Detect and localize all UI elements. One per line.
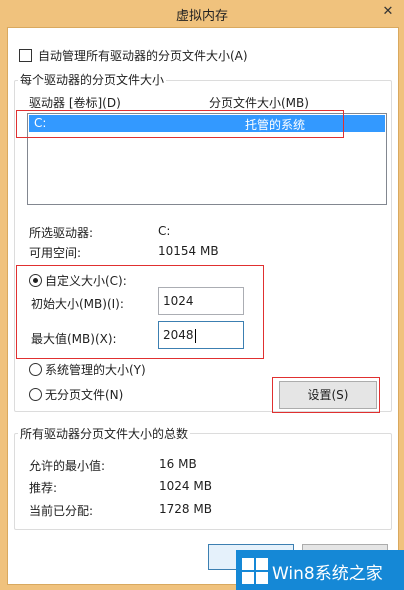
highlight-box-drive-row: [16, 110, 344, 138]
free-space-value: 10154 MB: [158, 244, 219, 258]
close-icon[interactable]: ✕: [379, 4, 397, 20]
no-paging-file-label[interactable]: 无分页文件(N): [45, 386, 123, 403]
drive-column-header: 驱动器 [卷标](D): [29, 96, 121, 110]
watermark-text: Win8系统之家: [272, 564, 383, 584]
watermark-badge: Win8系统之家: [236, 550, 404, 590]
current-allocated-label: 当前已分配:: [29, 504, 94, 518]
size-column-header: 分页文件大小(MB): [209, 96, 309, 110]
auto-manage-label[interactable]: 自动管理所有驱动器的分页文件大小(A): [38, 47, 248, 64]
no-paging-file-radio[interactable]: [29, 388, 42, 401]
selected-drive-label: 所选驱动器:: [29, 226, 94, 240]
title-bar: 虚拟内存 ✕: [0, 0, 404, 27]
highlight-box-custom-size: [16, 265, 264, 359]
per-drive-group-title: 每个驱动器的分页文件大小: [18, 71, 167, 88]
min-allowed-value: 16 MB: [159, 457, 197, 471]
highlight-box-set-button: [272, 377, 380, 413]
window-title: 虚拟内存: [175, 9, 228, 24]
windows-logo-icon: [242, 558, 268, 584]
min-allowed-label: 允许的最小值:: [29, 459, 106, 473]
totals-group-title: 所有驱动器分页文件大小的总数: [18, 425, 191, 442]
current-allocated-value: 1728 MB: [159, 502, 212, 516]
recommended-label: 推荐:: [29, 481, 58, 495]
system-managed-radio[interactable]: [29, 363, 42, 376]
recommended-value: 1024 MB: [159, 479, 212, 493]
system-managed-label[interactable]: 系统管理的大小(Y): [45, 361, 146, 378]
auto-manage-checkbox[interactable]: [19, 49, 32, 62]
free-space-label: 可用空间:: [29, 246, 82, 260]
dialog-body: 自动管理所有驱动器的分页文件大小(A) 每个驱动器的分页文件大小 驱动器 [卷标…: [7, 27, 399, 585]
selected-drive-value: C:: [158, 224, 171, 238]
